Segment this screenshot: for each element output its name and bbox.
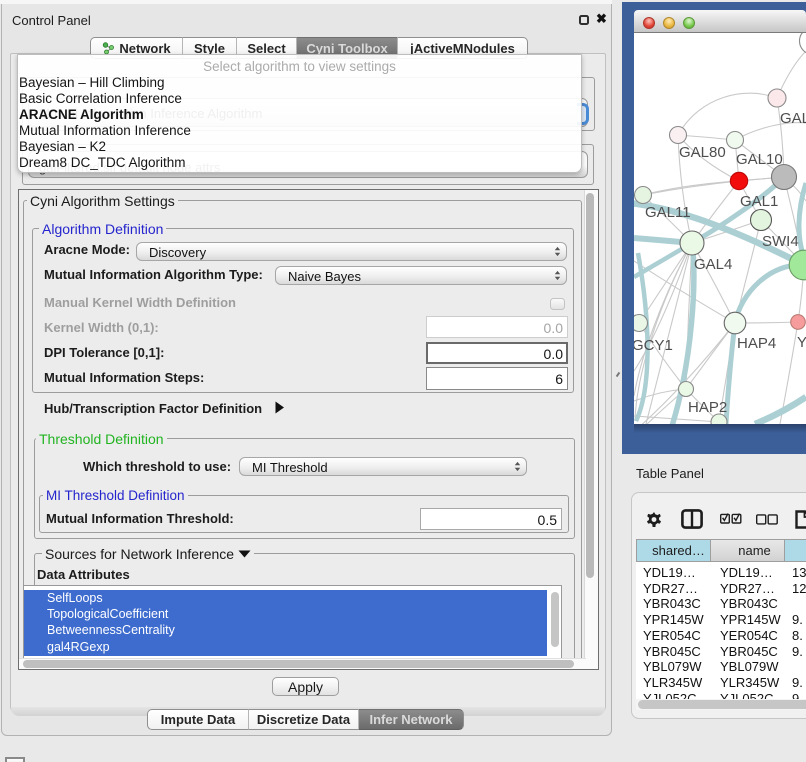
svg-text:GCY1: GCY1 xyxy=(634,337,673,354)
svg-text:GAL10: GAL10 xyxy=(736,151,783,168)
svg-text:GAL4: GAL4 xyxy=(694,256,732,273)
svg-text:HAP4: HAP4 xyxy=(737,335,776,352)
svg-text:GAL7: GAL7 xyxy=(780,110,806,127)
svg-text:HAP2: HAP2 xyxy=(688,399,727,416)
svg-text:GAL1: GAL1 xyxy=(740,193,778,210)
svg-text:GAL80: GAL80 xyxy=(679,144,726,161)
svg-text:YJ: YJ xyxy=(797,334,806,351)
svg-text:GAL11: GAL11 xyxy=(645,204,691,221)
svg-text:SWI4: SWI4 xyxy=(762,233,799,250)
